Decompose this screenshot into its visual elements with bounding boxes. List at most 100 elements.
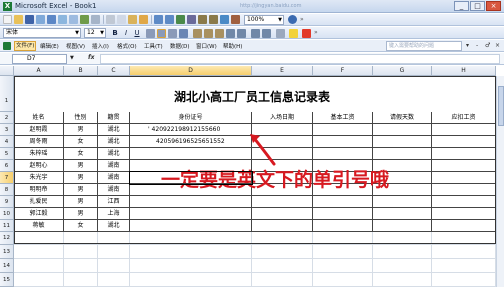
cell-leave-days[interactable] (373, 148, 432, 160)
cell-leave-days[interactable] (373, 136, 432, 148)
cell-name[interactable]: 朱光宇 (14, 172, 64, 184)
column-header-f[interactable]: F (313, 66, 373, 76)
cell-gender[interactable]: 男 (64, 208, 98, 220)
workbook-close-button[interactable]: × (495, 42, 500, 49)
open-folder-icon[interactable] (14, 15, 23, 24)
cell-name[interactable]: 朱梓瑶 (14, 148, 64, 160)
select-all-corner[interactable] (0, 66, 14, 76)
currency-icon[interactable] (193, 29, 202, 38)
help-icon[interactable] (288, 15, 297, 24)
cell-gender[interactable]: 女 (64, 148, 98, 160)
minimize-button[interactable]: _ (454, 1, 469, 11)
menu-view[interactable]: 视图(V) (66, 42, 85, 50)
align-left-icon[interactable] (146, 29, 155, 38)
font-color-icon[interactable] (302, 29, 311, 38)
name-box[interactable]: D7 (12, 54, 67, 64)
menu-help[interactable]: 帮助(H) (223, 42, 242, 50)
cell-base-salary[interactable] (313, 220, 373, 232)
empty-cell[interactable] (373, 259, 432, 273)
print-icon[interactable] (58, 15, 67, 24)
percent-icon[interactable] (204, 29, 213, 38)
cell-name[interactable]: 郭江毅 (14, 208, 64, 220)
sort-descending-icon[interactable] (209, 15, 218, 24)
cell-id-number[interactable] (130, 208, 252, 220)
cell-name[interactable]: 扎爱民 (14, 196, 64, 208)
cell-gender[interactable]: 男 (64, 160, 98, 172)
increase-decimal-icon[interactable] (226, 29, 235, 38)
empty-cell[interactable] (432, 232, 496, 245)
empty-cell[interactable] (98, 232, 130, 245)
selected-cell-d7[interactable] (129, 171, 253, 185)
menu-edit[interactable]: 编辑(E) (40, 42, 59, 50)
cell-hometown[interactable]: 湖北 (98, 148, 130, 160)
cell-leave-days[interactable] (373, 196, 432, 208)
cell-deduction[interactable] (432, 196, 496, 208)
spelling-icon[interactable] (80, 15, 89, 24)
print-preview-icon[interactable] (69, 15, 78, 24)
formula-input[interactable] (100, 54, 500, 64)
cell-deduction[interactable] (432, 172, 496, 184)
cell-deduction[interactable] (432, 160, 496, 172)
cell-hometown[interactable]: 湖北 (98, 220, 130, 232)
row-header-3[interactable]: 3 (0, 124, 14, 136)
hyperlink-icon[interactable] (176, 15, 185, 24)
align-center-icon[interactable] (157, 29, 166, 38)
cell-leave-days[interactable] (373, 124, 432, 136)
header-cell-deduction[interactable]: 应扣工资 (432, 112, 496, 124)
cell-name[interactable]: 蒋敏 (14, 220, 64, 232)
empty-cell[interactable] (373, 273, 432, 287)
menu-tools[interactable]: 工具(T) (144, 42, 163, 50)
empty-cell[interactable] (313, 232, 373, 245)
font-name-select[interactable]: 宋体 ▼ (3, 28, 81, 38)
menu-file[interactable]: 文件(F) (14, 41, 37, 51)
empty-cell[interactable] (130, 245, 252, 259)
cell-name[interactable]: 明明帝 (14, 184, 64, 196)
cell-hometown[interactable]: 湖南 (98, 172, 130, 184)
cell-base-salary[interactable] (313, 148, 373, 160)
cell-hometown[interactable]: 湖南 (98, 184, 130, 196)
cell-base-salary[interactable] (313, 208, 373, 220)
email-icon[interactable] (47, 15, 56, 24)
empty-cell[interactable] (313, 259, 373, 273)
empty-cell[interactable] (130, 232, 252, 245)
autosum-icon[interactable] (187, 15, 196, 24)
header-cell-base-salary[interactable]: 基本工资 (313, 112, 373, 124)
cut-icon[interactable] (106, 15, 115, 24)
cell-id-number[interactable] (130, 220, 252, 232)
row-header-14[interactable]: 14 (0, 259, 14, 273)
decrease-indent-icon[interactable] (251, 29, 260, 38)
empty-cell[interactable] (98, 245, 130, 259)
cell-gender[interactable]: 男 (64, 196, 98, 208)
decrease-decimal-icon[interactable] (237, 29, 246, 38)
header-cell-id-number[interactable]: 身份证号 (130, 112, 252, 124)
undo-icon[interactable] (154, 15, 163, 24)
cell-deduction[interactable] (432, 208, 496, 220)
cell-gender[interactable]: 女 (64, 220, 98, 232)
cell-deduction[interactable] (432, 184, 496, 196)
empty-cell[interactable] (432, 273, 496, 287)
merge-center-icon[interactable] (179, 29, 188, 38)
row-header-13[interactable]: 13 (0, 245, 14, 259)
row-header-15[interactable]: 15 (0, 273, 14, 287)
empty-cell[interactable] (14, 273, 64, 287)
column-header-g[interactable]: G (373, 66, 432, 76)
menu-insert[interactable]: 插入(I) (92, 42, 109, 50)
function-icon[interactable]: fx (88, 54, 94, 61)
cell-entry-date[interactable] (252, 196, 313, 208)
cell-name[interactable]: 赵明霞 (14, 124, 64, 136)
cell-leave-days[interactable] (373, 220, 432, 232)
empty-cell[interactable] (252, 245, 313, 259)
paste-icon[interactable] (128, 15, 137, 24)
workbook-restore-button[interactable]: ♂ (485, 42, 490, 49)
drawing-icon[interactable] (231, 15, 240, 24)
cell-deduction[interactable] (432, 136, 496, 148)
bold-button[interactable]: B (110, 28, 120, 38)
empty-cell[interactable] (130, 259, 252, 273)
column-header-d[interactable]: D (130, 66, 252, 76)
cell-hometown[interactable]: 湖北 (98, 124, 130, 136)
empty-cell[interactable] (252, 232, 313, 245)
empty-cell[interactable] (313, 245, 373, 259)
empty-cell[interactable] (64, 273, 98, 287)
menu-window[interactable]: 窗口(W) (196, 42, 217, 50)
empty-cell[interactable] (313, 273, 373, 287)
